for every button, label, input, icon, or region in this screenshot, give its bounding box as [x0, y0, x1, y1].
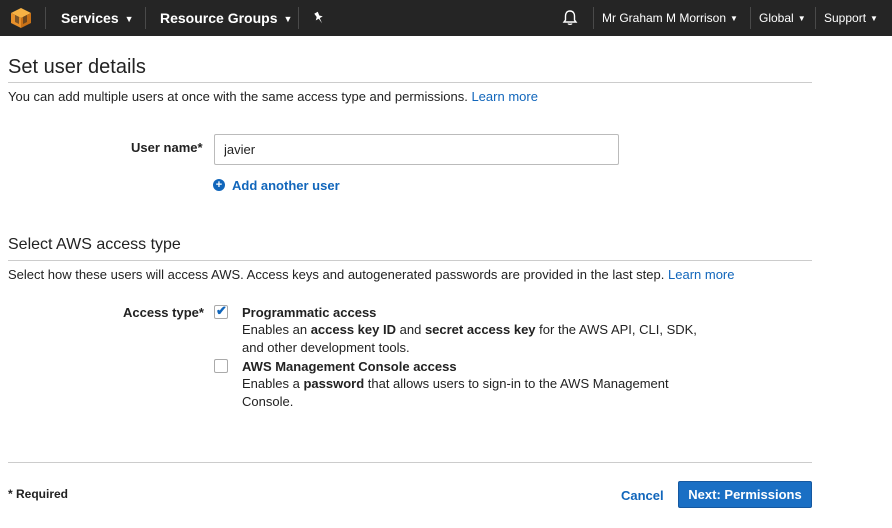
- support-label: Support: [824, 11, 867, 25]
- plus-circle-icon: +: [213, 179, 225, 191]
- user-name-label: User name*: [131, 140, 203, 155]
- support-menu[interactable]: Support ▼: [824, 0, 878, 36]
- user-details-description: You can add multiple users at once with …: [8, 89, 538, 104]
- resource-groups-menu[interactable]: Resource Groups ▼: [160, 0, 292, 36]
- console-access-checkbox[interactable]: [214, 359, 228, 373]
- chevron-down-icon: ▼: [870, 14, 878, 23]
- programmatic-access-description: Enables an access key ID and secret acce…: [242, 321, 712, 357]
- cancel-button[interactable]: Cancel: [621, 488, 664, 503]
- programmatic-access-title: Programmatic access: [242, 305, 377, 320]
- desc-text: Enables an: [242, 322, 308, 337]
- region-label: Global: [759, 11, 794, 25]
- console-access-description: Enables a password that allows users to …: [242, 375, 682, 411]
- user-details-title: Set user details: [8, 56, 146, 78]
- desc-text: and: [399, 322, 422, 337]
- learn-more-link[interactable]: Learn more: [471, 89, 537, 104]
- next-permissions-button[interactable]: Next: Permissions: [678, 481, 812, 508]
- add-another-user-label: Add another user: [232, 177, 340, 193]
- access-type-label: Access type*: [123, 305, 204, 320]
- footer-divider: [8, 462, 812, 463]
- region-menu[interactable]: Global ▼: [759, 0, 806, 36]
- nav-divider: [145, 7, 146, 29]
- account-name: Mr Graham M Morrison: [602, 11, 727, 25]
- learn-more-link[interactable]: Learn more: [668, 267, 734, 282]
- chevron-down-icon: ▼: [730, 14, 738, 23]
- section-divider: [8, 260, 812, 261]
- access-type-description: Select how these users will access AWS. …: [8, 267, 734, 282]
- desc-bold: access key ID: [310, 322, 396, 337]
- nav-divider: [750, 7, 751, 29]
- checkmark-icon: ✔: [216, 303, 227, 318]
- required-note: * Required: [8, 487, 69, 501]
- add-another-user-button[interactable]: + Add another user: [213, 177, 340, 193]
- section-divider: [8, 82, 812, 83]
- console-access-title: AWS Management Console access: [242, 359, 457, 374]
- services-label: Services: [61, 10, 119, 26]
- desc-bold: password: [303, 376, 365, 391]
- nav-divider: [298, 7, 299, 29]
- desc-text: Enables a: [242, 376, 300, 391]
- pin-icon[interactable]: [311, 10, 327, 26]
- chevron-down-icon: ▼: [283, 14, 293, 24]
- user-details-text: You can add multiple users at once with …: [8, 89, 468, 104]
- aws-cube-icon[interactable]: [10, 7, 32, 29]
- nav-divider: [593, 7, 594, 29]
- bell-icon[interactable]: [561, 9, 579, 27]
- services-menu[interactable]: Services ▼: [61, 0, 134, 36]
- chevron-down-icon: ▼: [124, 14, 134, 24]
- nav-divider: [815, 7, 816, 29]
- account-menu[interactable]: Mr Graham M Morrison ▼: [602, 0, 738, 36]
- desc-bold: secret access key: [424, 322, 536, 337]
- access-type-text: Select how these users will access AWS. …: [8, 267, 665, 282]
- nav-divider: [45, 7, 46, 29]
- chevron-down-icon: ▼: [797, 14, 806, 23]
- access-type-title: Select AWS access type: [8, 236, 181, 253]
- top-nav: Services ▼ Resource Groups ▼ Mr Graham M M…: [0, 0, 892, 36]
- resource-groups-label: Resource Groups: [160, 10, 278, 26]
- user-name-input[interactable]: [214, 134, 619, 165]
- programmatic-access-checkbox[interactable]: ✔: [214, 303, 228, 319]
